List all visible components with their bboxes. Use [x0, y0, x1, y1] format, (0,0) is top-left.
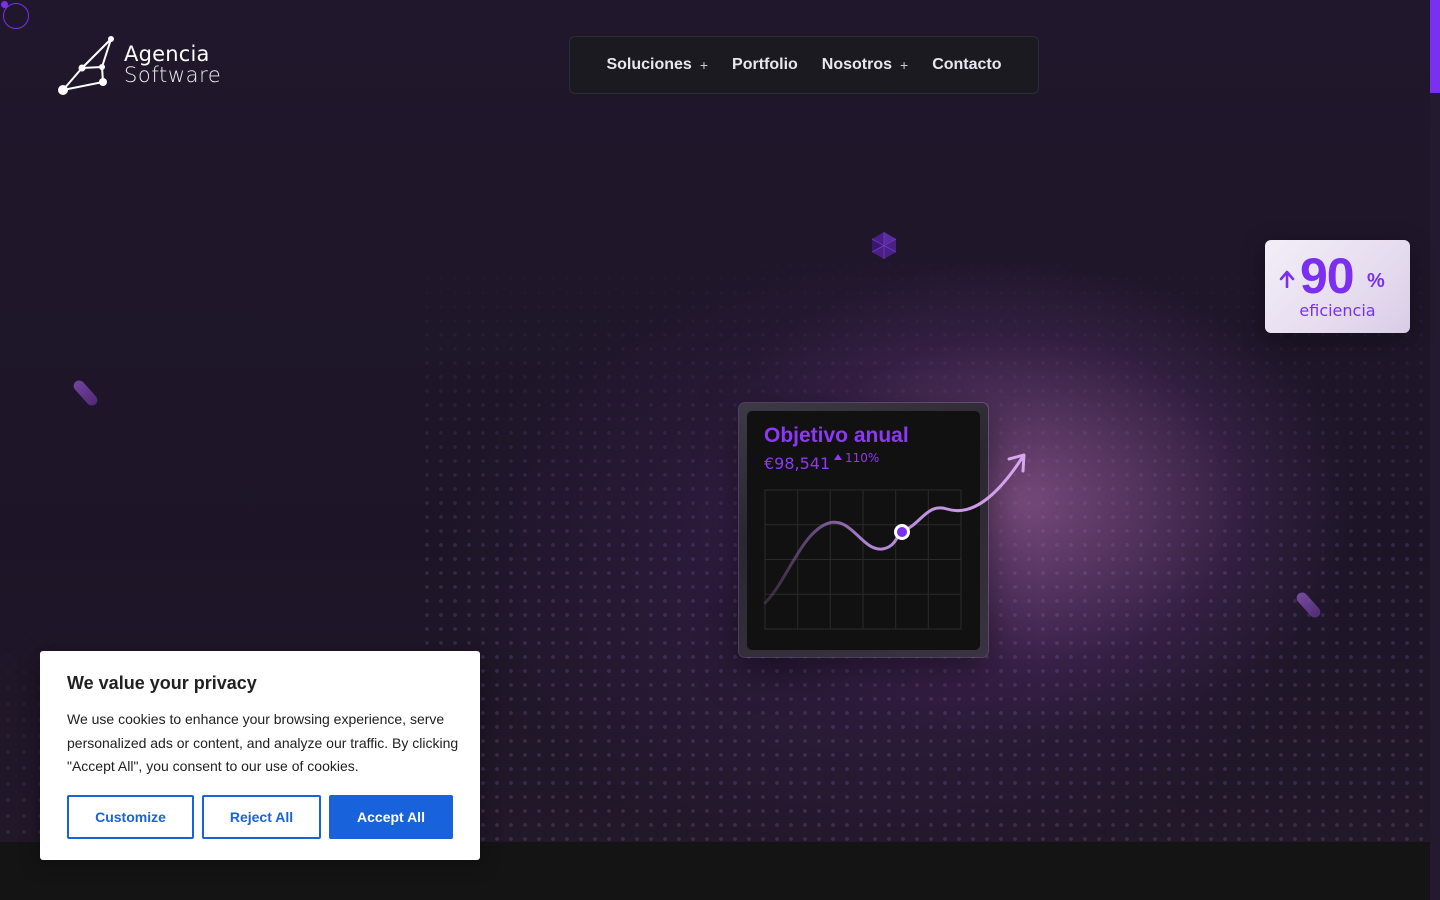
cookie-description: We use cookies to enhance your browsing … — [67, 711, 459, 774]
cookie-title: We value your privacy — [67, 673, 257, 693]
accept-all-button[interactable]: Accept All — [329, 795, 453, 839]
efficiency-unit: % — [1367, 270, 1385, 292]
scrollbar-track[interactable] — [1430, 0, 1440, 900]
efficiency-card: 90 % eficiencia — [1265, 240, 1410, 333]
cookie-consent-dialog: We value your privacy We use cookies to … — [40, 651, 480, 860]
cursor-dot-icon — [1, 1, 8, 8]
nav-label: Nosotros — [821, 56, 893, 73]
nav-item-portfolio[interactable]: Portfolio — [720, 56, 810, 74]
logo-wordmark: Agencia Software — [124, 44, 221, 86]
reject-all-button[interactable]: Reject All — [202, 795, 321, 839]
logo-line-2: Software — [124, 63, 222, 87]
nav-item-soluciones[interactable]: Soluciones + — [594, 56, 720, 74]
scrollbar-thumb[interactable] — [1430, 0, 1440, 93]
goal-trend-graphic — [763, 453, 1026, 630]
nav-label: Soluciones — [606, 56, 692, 73]
customize-button[interactable]: Customize — [67, 795, 194, 839]
plus-icon: + — [699, 57, 709, 73]
logo-link[interactable]: Agencia Software — [56, 34, 236, 98]
nav-item-nosotros[interactable]: Nosotros + — [810, 56, 920, 74]
constellation-logo-icon — [58, 36, 114, 95]
efficiency-value: 90 — [1300, 248, 1355, 304]
trend-marker-inner — [897, 527, 907, 537]
logo-line-1: Agencia — [124, 42, 210, 66]
nav-label: Portfolio — [732, 56, 798, 73]
arrow-up-icon — [1279, 270, 1295, 288]
goal-card: Objetivo anual €98,541 110% — [747, 411, 1026, 650]
trend-line — [763, 456, 1024, 605]
nav-label: Contacto — [932, 56, 1002, 73]
efficiency-label: eficiencia — [1299, 301, 1376, 320]
plus-icon: + — [900, 57, 909, 73]
main-nav: Soluciones + Portfolio Nosotros + Contac… — [569, 36, 1039, 94]
polyhedron-decoration-icon — [871, 232, 897, 259]
nav-item-contacto[interactable]: Contacto — [920, 56, 1013, 74]
